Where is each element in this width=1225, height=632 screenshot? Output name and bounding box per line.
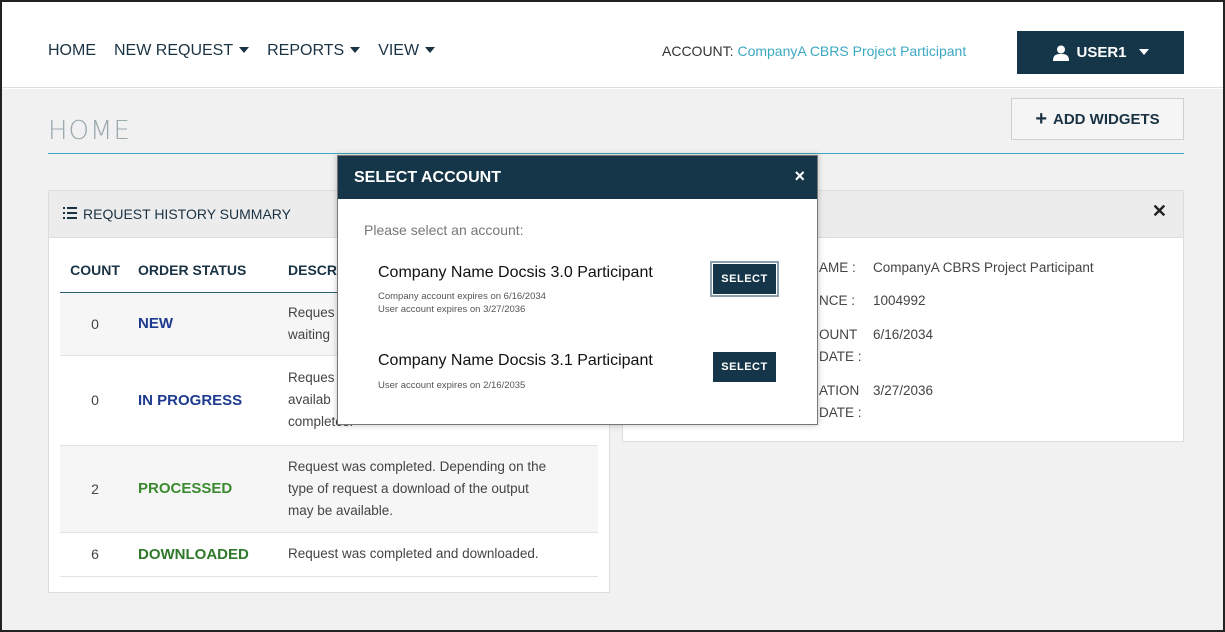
row-count: 2 — [60, 445, 130, 533]
row-description: Request was completed and downloaded. — [280, 532, 598, 577]
info-value-account-name: CompanyA CBRS Project Participant — [873, 260, 1094, 275]
nav-home[interactable]: HOME — [48, 42, 96, 60]
nav-reports-label: REPORTS — [267, 42, 345, 59]
close-icon[interactable]: ✕ — [1152, 201, 1167, 222]
select-account-modal: SELECT ACCOUNT × Please select an accoun… — [337, 155, 818, 425]
nav-home-label: HOME — [48, 42, 96, 59]
col-count[interactable]: COUNT — [60, 248, 130, 293]
close-icon[interactable]: × — [794, 166, 805, 187]
list-icon — [63, 206, 77, 222]
chevron-down-icon — [425, 46, 436, 53]
request-history-title: REQUEST HISTORY SUMMARY — [83, 206, 291, 222]
user-icon — [1053, 45, 1070, 61]
title-divider — [48, 153, 1184, 154]
account-option-name: Company Name Docsis 3.0 Participant — [378, 264, 653, 281]
page-title: HOME — [48, 116, 131, 146]
table-row[interactable]: 6 DOWNLOADED Request was completed and d… — [60, 532, 598, 577]
nav-new-request-label: NEW REQUEST — [114, 42, 234, 59]
info-label: NCE : — [819, 293, 856, 308]
app-frame: HOME NEW REQUEST REPORTS VIEW ACCOUNT: C… — [0, 0, 1225, 632]
add-widgets-button[interactable]: + ADD WIDGETS — [1011, 98, 1184, 140]
plus-icon: + — [1035, 108, 1047, 130]
desc-line: Request was completed. Depending on the — [288, 458, 547, 474]
row-count: 6 — [60, 532, 130, 577]
desc-line: Request was completed and downloaded. — [288, 546, 539, 561]
info-label: OUNT — [819, 327, 858, 342]
account-option-detail: User account expires on 2/16/2035 — [378, 380, 526, 391]
nav-new-request[interactable]: NEW REQUEST — [114, 42, 250, 60]
status-new-link[interactable]: NEW — [130, 292, 280, 356]
nav-view[interactable]: VIEW — [378, 42, 436, 60]
account-option-detail: Company account expires on 6/16/2034 — [378, 291, 546, 302]
table-row[interactable]: 2 PROCESSED Request was completed. Depen… — [60, 445, 598, 533]
account-label: ACCOUNT: — [662, 43, 734, 59]
row-count: 0 — [60, 292, 130, 356]
modal-prompt: Please select an account: — [364, 222, 524, 238]
modal-title: SELECT ACCOUNT — [354, 168, 501, 186]
info-label: DATE : — [819, 349, 862, 364]
row-count: 0 — [60, 355, 130, 446]
account-option-name: Company Name Docsis 3.1 Participant — [378, 352, 653, 369]
top-nav-bar: HOME NEW REQUEST REPORTS VIEW ACCOUNT: C… — [2, 2, 1223, 88]
user-name: USER1 — [1076, 44, 1127, 61]
status-in-progress-link[interactable]: IN PROGRESS — [130, 355, 280, 446]
info-label: ATION — [819, 383, 860, 398]
info-label: AME : — [819, 260, 856, 275]
account-option-detail: User account expires on 3/27/2036 — [378, 304, 526, 315]
current-account: ACCOUNT: CompanyA CBRS Project Participa… — [662, 43, 966, 59]
info-label: DATE : — [819, 405, 862, 420]
chevron-down-icon — [239, 46, 250, 53]
select-account-button-1[interactable]: SELECT — [710, 261, 779, 297]
chevron-down-icon — [350, 46, 361, 53]
main-nav: HOME NEW REQUEST REPORTS VIEW — [48, 42, 436, 60]
select-account-button-2[interactable]: SELECT — [713, 352, 776, 382]
col-order-status[interactable]: ORDER STATUS — [130, 248, 280, 293]
status-processed-link[interactable]: PROCESSED — [130, 445, 280, 533]
desc-line: type of request a download of the output — [288, 480, 529, 496]
modal-header: SELECT ACCOUNT × — [338, 156, 817, 199]
info-value-expiration-date: 3/27/2036 — [873, 383, 934, 398]
desc-line: may be available. — [288, 502, 394, 518]
account-name-link[interactable]: CompanyA CBRS Project Participant — [737, 43, 966, 59]
nav-view-label: VIEW — [378, 42, 420, 59]
row-description: Request was completed. Depending on the t… — [280, 445, 598, 533]
info-value-balance: 1004992 — [873, 293, 926, 308]
info-value-account-date: 6/16/2034 — [873, 327, 934, 342]
nav-reports[interactable]: REPORTS — [267, 42, 361, 60]
status-downloaded-link[interactable]: DOWNLOADED — [130, 532, 280, 577]
chevron-down-icon — [1138, 48, 1149, 55]
add-widgets-label: ADD WIDGETS — [1053, 110, 1160, 128]
user-menu-button[interactable]: USER1 — [1017, 31, 1184, 74]
